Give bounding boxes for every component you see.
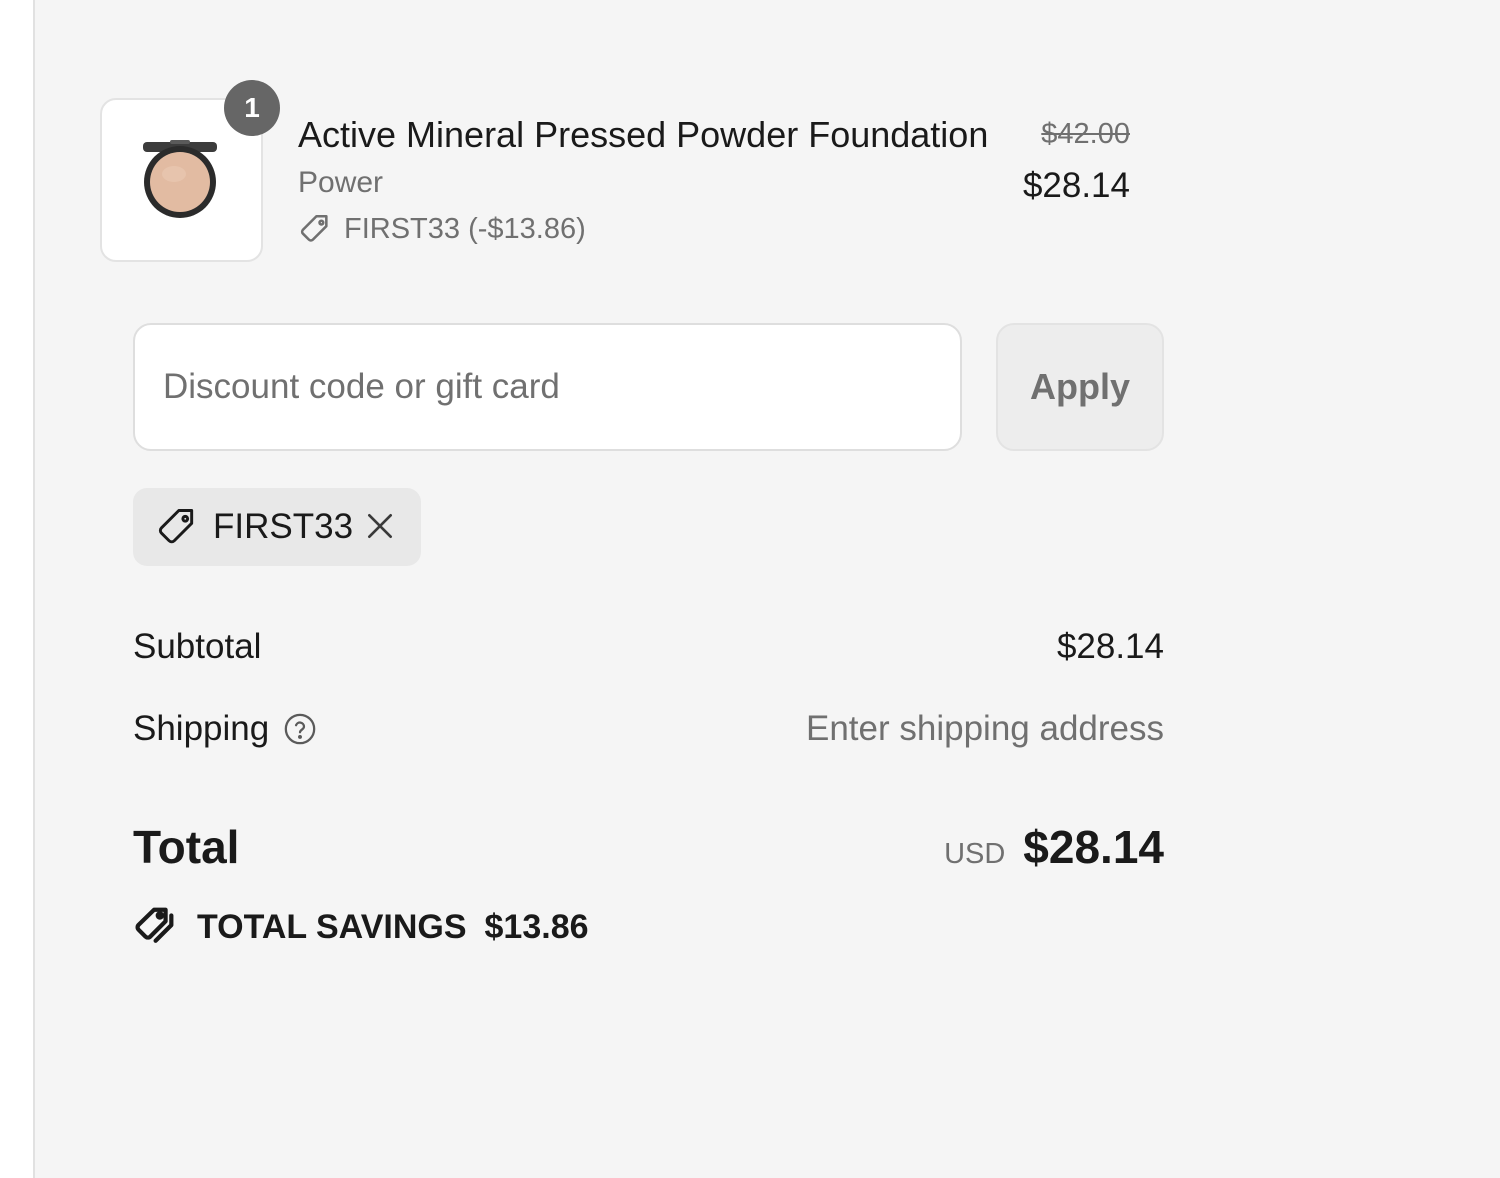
compact-powder-image: [143, 140, 217, 218]
subtotal-label: Subtotal: [133, 627, 262, 666]
shipping-label-group: Shipping: [133, 709, 317, 749]
shipping-row: Shipping Enter shipping address: [133, 704, 1164, 754]
total-savings: TOTAL SAVINGS $13.86: [133, 902, 589, 952]
tag-icon: [300, 214, 328, 242]
discount-code-input[interactable]: [133, 323, 962, 451]
tag-icon: [158, 509, 194, 544]
product-price: $28.14: [1022, 166, 1130, 205]
original-price: $42.00: [1041, 118, 1130, 150]
applied-code-label: FIRST33: [213, 507, 354, 546]
total-amount-group: USD $28.14: [944, 820, 1164, 874]
product-line-item: 1 Active Mineral Pressed Powder Foundati…: [100, 80, 1130, 262]
currency-code: USD: [944, 838, 1006, 870]
savings-label: TOTAL SAVINGS: [197, 907, 467, 946]
subtotal-row: Subtotal $28.14: [133, 622, 1164, 672]
apply-button[interactable]: Apply: [996, 323, 1164, 451]
total-value: $28.14: [1023, 821, 1164, 873]
product-variant: Power: [298, 166, 384, 199]
product-discount-text: FIRST33 (-$13.86): [344, 212, 586, 245]
total-label: Total: [133, 821, 240, 873]
product-name: Active Mineral Pressed Powder Foundation: [298, 114, 989, 155]
subtotal-value: $28.14: [1056, 627, 1164, 666]
shipping-value: Enter shipping address: [806, 709, 1164, 748]
close-icon: [368, 514, 392, 538]
remove-discount-button[interactable]: [360, 506, 400, 546]
help-circle-icon[interactable]: [283, 712, 317, 746]
shipping-label: Shipping: [133, 709, 270, 748]
savings-tag-icon: [135, 907, 174, 943]
product-discount: FIRST33 (-$13.86): [298, 212, 586, 246]
quantity-badge: 1: [224, 80, 280, 136]
savings-value: $13.86: [484, 907, 589, 946]
total-row: Total USD $28.14: [133, 814, 1164, 880]
